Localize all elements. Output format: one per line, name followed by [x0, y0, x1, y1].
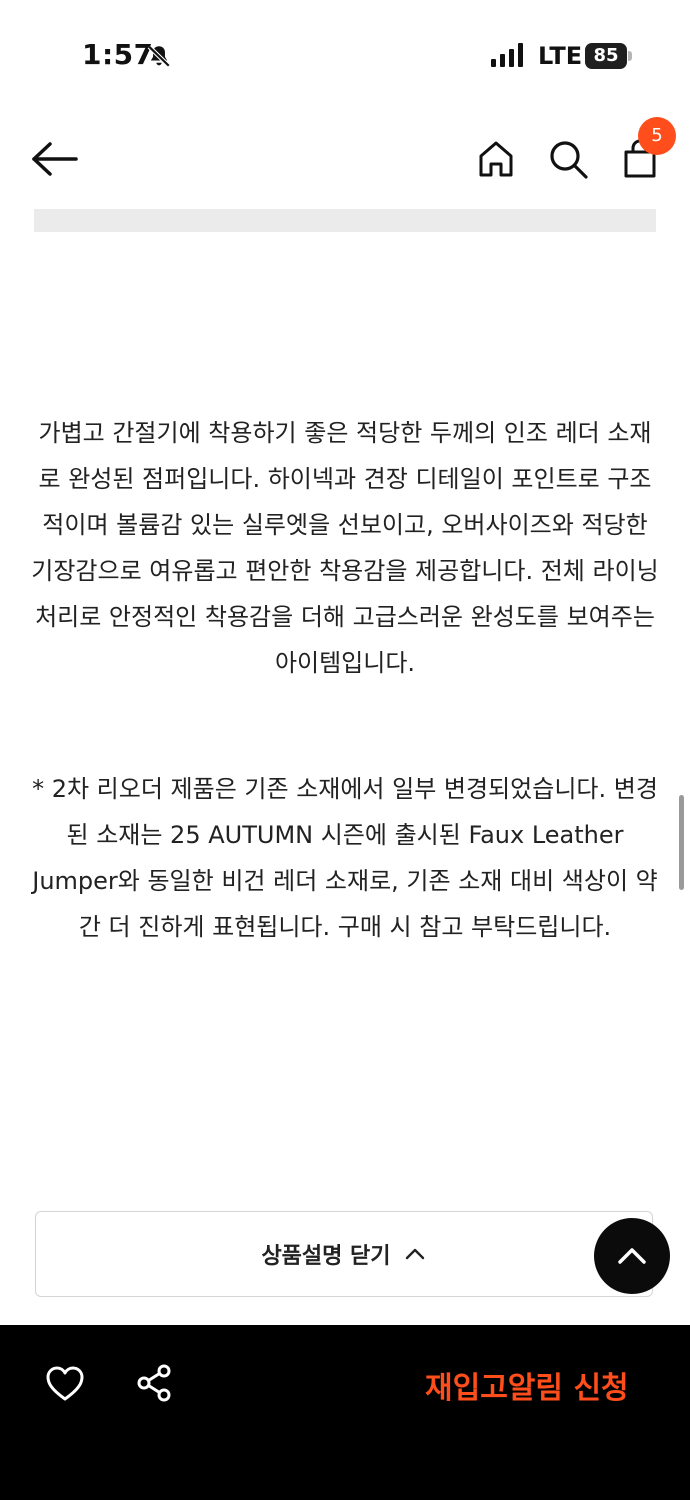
bottom-action-bar: 재입고알림 신청 — [0, 1325, 690, 1500]
home-icon[interactable] — [474, 137, 518, 181]
chevron-up-icon — [618, 1248, 646, 1264]
cart-count-badge: 5 — [638, 117, 676, 155]
battery-level: 85 — [593, 45, 619, 66]
close-description-label: 상품설명 닫기 — [261, 1244, 391, 1269]
status-time: 1:57 — [82, 38, 154, 71]
close-description-button[interactable]: 상품설명 닫기 — [35, 1211, 653, 1297]
image-placeholder — [34, 209, 656, 232]
restock-alert-button[interactable]: 재입고알림 신청 — [425, 1363, 629, 1407]
product-description: 가볍고 간절기에 착용하기 좋은 적당한 두께의 인조 레더 소재로 완성된 점… — [31, 419, 659, 677]
top-nav — [0, 110, 690, 205]
chevron-up-icon — [405, 1248, 424, 1260]
scroll-to-top-button[interactable] — [594, 1218, 670, 1294]
scrollbar-thumb[interactable] — [679, 795, 684, 890]
reorder-notice: * 2차 리오더 제품은 기존 소재에서 일부 변경되었습니다. 변경된 소재는… — [32, 775, 658, 941]
status-bar: 1:57 LTE 85 — [0, 0, 690, 110]
network-type: LTE — [538, 42, 583, 70]
search-icon[interactable] — [546, 137, 590, 181]
heart-icon[interactable] — [45, 1365, 85, 1403]
bell-off-icon — [147, 45, 171, 68]
battery-cap — [628, 51, 632, 61]
cellular-signal-icon — [491, 43, 523, 67]
battery-icon: 85 — [585, 43, 627, 69]
share-icon[interactable] — [134, 1363, 174, 1403]
arrow-left-icon[interactable] — [30, 140, 80, 178]
